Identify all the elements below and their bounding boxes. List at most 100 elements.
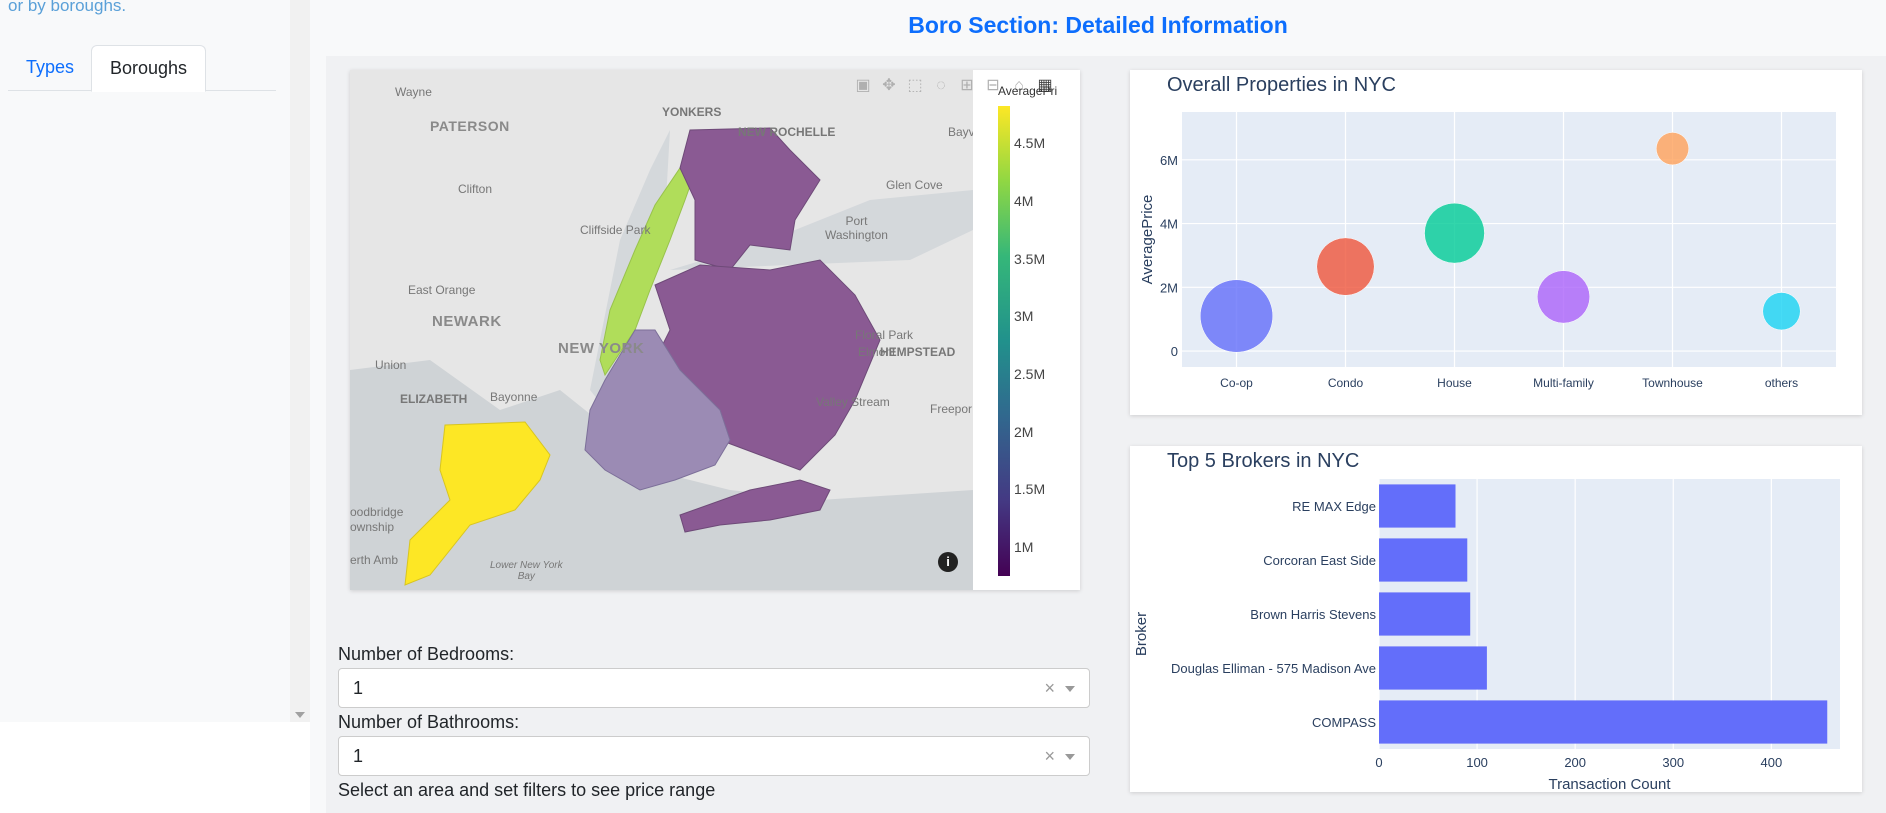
bedrooms-clear-icon[interactable]: × bbox=[1044, 678, 1055, 699]
map-label-cliffside-park: Cliffside Park bbox=[580, 223, 651, 237]
map-label-bayonne: Bayonne bbox=[490, 390, 538, 404]
colorbar-tick: 4.5M bbox=[1014, 135, 1046, 151]
map-label-elizabeth: ELIZABETH bbox=[400, 392, 468, 406]
sidebar: or by boroughs. Types Boroughs bbox=[0, 0, 290, 722]
colorbar-tick: 1.5M bbox=[1014, 481, 1046, 497]
x-tick-label: 100 bbox=[1466, 755, 1488, 770]
y-tick-label: 4M bbox=[1160, 217, 1178, 232]
map-label-freepor: Freepor bbox=[930, 402, 973, 416]
y-axis-label: AveragePrice bbox=[1139, 195, 1156, 285]
y-tick-label: Corcoran East Side bbox=[1263, 553, 1376, 568]
sidebar-scrollbar[interactable] bbox=[290, 0, 310, 722]
bubble-point bbox=[1424, 202, 1485, 264]
lasso-icon[interactable]: ◌ bbox=[933, 78, 949, 94]
map-label-woodbridge: oodbridge bbox=[350, 505, 404, 519]
bubble-point bbox=[1656, 132, 1689, 166]
bubble-point bbox=[1537, 270, 1590, 324]
property-types-chart-card: Overall Properties in NYC 0 2M 4M 6M Co-op Co… bbox=[1130, 70, 1862, 415]
bar-chart-title: Top 5 Brokers in NYC bbox=[1167, 450, 1360, 472]
bathrooms-value: 1 bbox=[353, 746, 364, 766]
plot-area bbox=[1182, 112, 1836, 367]
bar bbox=[1379, 484, 1456, 528]
x-axis-label: Transaction Count bbox=[1548, 776, 1671, 792]
bar bbox=[1379, 646, 1487, 690]
chevron-down-icon[interactable] bbox=[1065, 686, 1075, 692]
x-tick-label: 200 bbox=[1564, 755, 1586, 770]
bar bbox=[1379, 538, 1468, 582]
sidebar-tabs: Types Boroughs bbox=[8, 45, 276, 92]
zoom-in-icon[interactable]: ⊞ bbox=[959, 78, 975, 94]
map-label-yonkers: YONKERS bbox=[662, 105, 722, 119]
map-label-port-washington: Port Washington bbox=[825, 214, 888, 242]
colorbar-tick: 3M bbox=[1014, 308, 1034, 324]
x-tick-label: 0 bbox=[1375, 755, 1382, 770]
bubble-chart[interactable]: 0 2M 4M 6M Co-op Condo House Multi-family Townho… bbox=[1130, 70, 1862, 415]
colorbar-title: AveragePri bbox=[998, 84, 1058, 98]
y-axis-label: Broker bbox=[1133, 612, 1150, 656]
map-label-township: ownship bbox=[350, 520, 395, 534]
y-tick-label: 2M bbox=[1160, 280, 1178, 295]
map-label-union: Union bbox=[375, 358, 407, 372]
bedrooms-value: 1 bbox=[353, 678, 364, 698]
borough-choropleth-map[interactable]: Wayne YONKERS PATERSON NEW ROCHELLE Bayv… bbox=[350, 70, 973, 590]
x-tick-label: Townhouse bbox=[1642, 376, 1703, 390]
tab-types[interactable]: Types bbox=[8, 45, 92, 89]
colorbar bbox=[998, 106, 1010, 576]
y-tick-label: COMPASS bbox=[1312, 715, 1376, 730]
bubble-point bbox=[1762, 292, 1801, 331]
pan-icon[interactable]: ✥ bbox=[881, 78, 897, 94]
map-label-wayne: Wayne bbox=[395, 85, 432, 99]
bar-chart[interactable]: 0 100 200 300 400 RE MAX Edge Corcoran East Si… bbox=[1130, 446, 1862, 793]
x-tick-label: 400 bbox=[1760, 755, 1782, 770]
bathrooms-clear-icon[interactable]: × bbox=[1044, 746, 1055, 767]
map-label-floral-park: Floral Park bbox=[855, 328, 914, 342]
bedrooms-dropdown[interactable]: 1 × bbox=[338, 668, 1090, 708]
y-tick-label: RE MAX Edge bbox=[1292, 499, 1376, 514]
page-title: Boro Section: Detailed Information bbox=[908, 12, 1288, 38]
sidebar-intro-text: or by boroughs. bbox=[8, 0, 127, 15]
y-tick-label: Douglas Elliman - 575 Madison Ave bbox=[1171, 661, 1376, 676]
map-label-paterson: PATERSON bbox=[430, 118, 510, 134]
colorbar-tick: 2M bbox=[1014, 424, 1034, 440]
y-tick-label: Brown Harris Stevens bbox=[1250, 607, 1376, 622]
bubble-point bbox=[1316, 237, 1375, 296]
x-tick-label: Condo bbox=[1328, 376, 1364, 390]
x-tick-label: Co-op bbox=[1220, 376, 1253, 390]
bathrooms-dropdown[interactable]: 1 × bbox=[338, 736, 1090, 776]
map-label-glen-cove: Glen Cove bbox=[886, 178, 943, 192]
map-label-newark: NEWARK bbox=[432, 313, 502, 330]
bubble-chart-title: Overall Properties in NYC bbox=[1167, 74, 1396, 96]
y-tick-label: 6M bbox=[1160, 153, 1178, 168]
bar bbox=[1379, 700, 1828, 744]
x-tick-label: Multi-family bbox=[1533, 376, 1594, 390]
colorbar-tick: 3.5M bbox=[1014, 251, 1046, 267]
map-label-clifton: Clifton bbox=[458, 182, 493, 196]
bar bbox=[1379, 592, 1471, 636]
map-label-perth-amboy: erth Amb bbox=[350, 553, 399, 567]
top-brokers-chart-card: Top 5 Brokers in NYC 0 100 200 300 400 RE MAX… bbox=[1130, 446, 1862, 793]
borough-map-card: Wayne YONKERS PATERSON NEW ROCHELLE Bayv… bbox=[350, 70, 1080, 590]
x-tick-label: 300 bbox=[1662, 755, 1684, 770]
x-tick-label: House bbox=[1437, 376, 1472, 390]
map-label-lower-ny-bay: Lower New York Bay bbox=[490, 560, 563, 582]
bubble-point bbox=[1200, 279, 1273, 353]
map-label-new-york: NEW YORK bbox=[558, 340, 645, 357]
bedrooms-label: Number of Bedrooms: bbox=[338, 644, 515, 664]
x-tick-label: others bbox=[1765, 376, 1798, 390]
map-label-east-orange: East Orange bbox=[408, 283, 476, 297]
colorbar-tick: 2.5M bbox=[1014, 366, 1046, 382]
chevron-down-icon[interactable] bbox=[1065, 754, 1075, 760]
filter-helper-text: Select an area and set filters to see pr… bbox=[338, 780, 716, 800]
map-label-bayv: Bayv bbox=[948, 125, 973, 139]
map-label-hempstead: HEMPSTEAD bbox=[880, 345, 956, 359]
y-tick-label: 0 bbox=[1171, 344, 1178, 359]
colorbar-tick: 4M bbox=[1014, 193, 1034, 209]
bathrooms-label: Number of Bathrooms: bbox=[338, 712, 520, 732]
map-label-new-rochelle: NEW ROCHELLE bbox=[738, 125, 836, 139]
map-info-icon[interactable]: i bbox=[938, 552, 958, 572]
box-select-icon[interactable]: ⬚ bbox=[907, 78, 923, 94]
scroll-down-arrow-icon[interactable] bbox=[295, 712, 305, 718]
colorbar-tick: 1M bbox=[1014, 539, 1034, 555]
camera-icon[interactable]: ▣ bbox=[855, 78, 871, 94]
tab-boroughs[interactable]: Boroughs bbox=[91, 45, 207, 92]
